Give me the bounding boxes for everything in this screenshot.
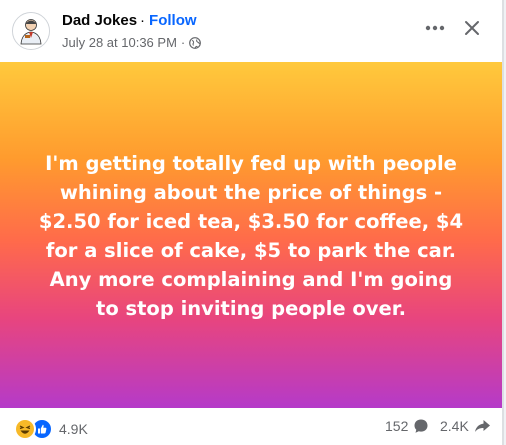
- author-line: Dad Jokes · Follow: [62, 12, 197, 29]
- close-icon: [465, 21, 479, 35]
- more-options-icon: [425, 25, 445, 31]
- close-button[interactable]: [458, 14, 486, 42]
- haha-reaction-icon: [14, 418, 36, 440]
- dad-avatar-icon: [13, 13, 49, 49]
- comment-summary[interactable]: 152: [385, 418, 429, 434]
- globe-icon: [189, 36, 202, 49]
- follow-link[interactable]: Follow: [149, 12, 197, 29]
- share-summary[interactable]: 2.4K: [440, 418, 491, 434]
- page-avatar[interactable]: [12, 12, 50, 50]
- post-timestamp[interactable]: July 28 at 10:36 PM: [62, 35, 177, 50]
- meta-separator: ·: [180, 35, 186, 50]
- more-options-button[interactable]: [421, 14, 449, 42]
- comment-icon: [414, 419, 428, 433]
- reactions-summary[interactable]: 4.9K: [14, 418, 88, 440]
- post-header: Dad Jokes · Follow July 28 at 10:36 PM ·: [0, 0, 502, 62]
- post-card: Dad Jokes · Follow July 28 at 10:36 PM · I…: [0, 0, 504, 445]
- author-separator: ·: [140, 12, 146, 29]
- comment-count: 152: [385, 418, 409, 434]
- share-count: 2.4K: [440, 418, 469, 434]
- post-meta: July 28 at 10:36 PM ·: [62, 35, 202, 50]
- reaction-count: 4.9K: [59, 421, 88, 437]
- post-text: I'm getting totally fed up with people w…: [38, 152, 464, 320]
- share-icon: [474, 420, 490, 432]
- engagement-bar: 4.9K 152 2.4K: [0, 408, 502, 445]
- author-name[interactable]: Dad Jokes: [62, 12, 137, 29]
- post-image[interactable]: I'm getting totally fed up with people w…: [0, 62, 502, 408]
